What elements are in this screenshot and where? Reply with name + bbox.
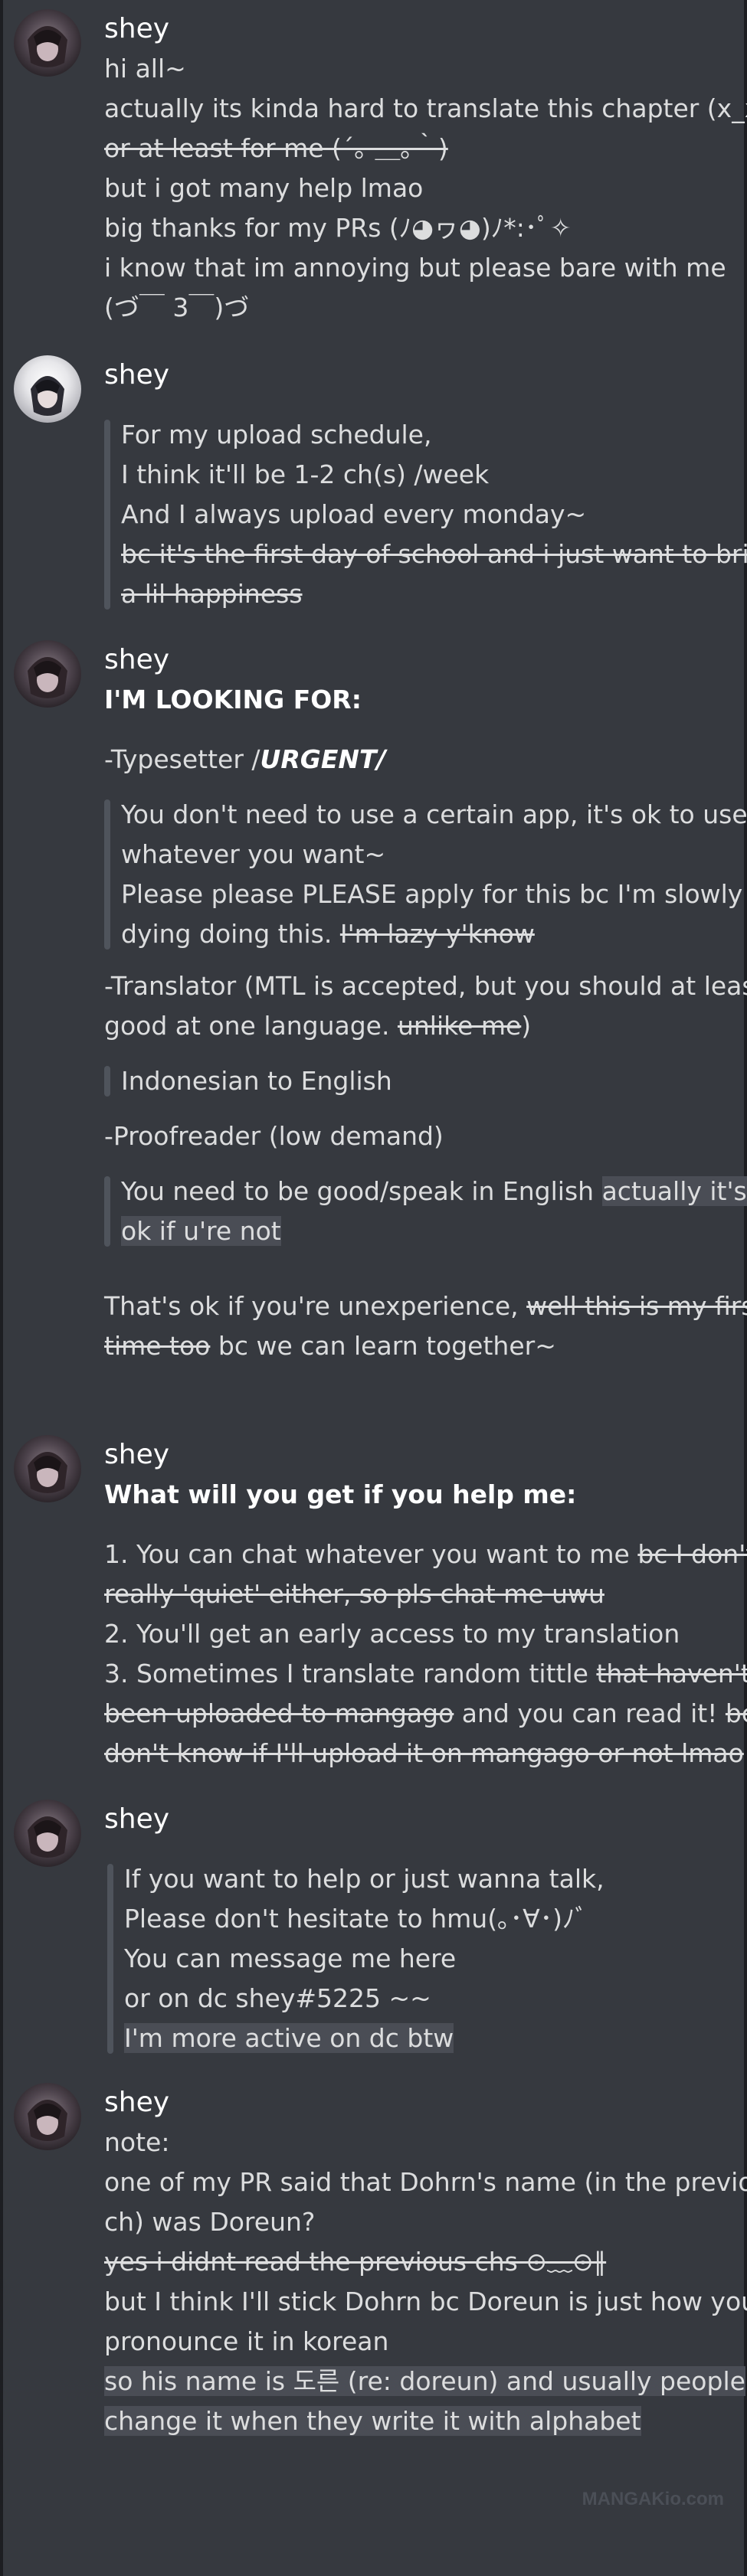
quote-line: or on dc shey#5225 ~~ bbox=[124, 1983, 431, 2013]
quote-line: And I always upload every monday~ bbox=[121, 499, 587, 529]
username[interactable]: shey bbox=[104, 1796, 169, 1842]
message-5: shey If you want to help or just wanna t… bbox=[0, 1796, 747, 2054]
list-text: 1. You can chat whatever you want to me bbox=[104, 1539, 630, 1569]
strikethrough-line: bc it's the first day of school and i ju… bbox=[121, 539, 747, 569]
closing-line: That's ok if you're unexperience, well t… bbox=[104, 1286, 747, 1326]
strikethrough-text: unlike me bbox=[397, 1011, 522, 1041]
closing-line: time too bc we can learn together~ bbox=[104, 1326, 725, 1366]
role-translator-cont: good at one language. unlike me) bbox=[104, 1006, 725, 1046]
highlighted-text: actually it's bbox=[601, 1176, 747, 1206]
quote-line: I'm more active on dc btw bbox=[124, 2019, 745, 2058]
role-text-end: ) bbox=[521, 1011, 532, 1041]
heading: I'M LOOKING FOR: bbox=[104, 685, 362, 714]
quote-line: For my upload schedule, bbox=[121, 420, 432, 449]
role-typesetter: -Typesetter /URGENT/ bbox=[104, 740, 725, 780]
message-line: but i got many help lmao bbox=[104, 173, 424, 203]
list-text: 3. Sometimes I translate random tittle bbox=[104, 1659, 588, 1688]
quote-line: ok if u're not bbox=[121, 1211, 725, 1251]
closing-text: That's ok if you're unexperience, bbox=[104, 1291, 519, 1321]
highlighted-text: ok if u're not bbox=[121, 1216, 281, 1246]
list-item: 3. Sometimes I translate random tittle t… bbox=[104, 1654, 747, 1694]
quote-line: If you want to help or just wanna talk, bbox=[124, 1864, 604, 1894]
username[interactable]: shey bbox=[104, 2080, 169, 2126]
message-body: note: one of my PR said that Dohrn's nam… bbox=[104, 2123, 747, 2441]
quote-line: Please don't hesitate to hmu(｡･∀･)ﾉﾞ bbox=[124, 1904, 588, 1934]
list-item: 2. You'll get an early access to my tran… bbox=[104, 1619, 680, 1649]
blockquote: Indonesian to English bbox=[104, 1061, 725, 1101]
role-translator: -Translator (MTL is accepted, but you sh… bbox=[104, 971, 747, 1001]
strikethrough-line: or at least for me (´｡ ＿｡｀) bbox=[104, 133, 448, 163]
strikethrough-text: bc I don't bbox=[637, 1539, 747, 1569]
heading: What will you get if you help me: bbox=[104, 1479, 577, 1509]
highlighted-text: change it when they write it with alphab… bbox=[104, 2406, 641, 2436]
message-body: I'M LOOKING FOR: -Typesetter /URGENT/ Yo… bbox=[104, 680, 747, 1366]
message-line: actually its kinda hard to translate thi… bbox=[104, 93, 747, 123]
strikethrough-line: a lil happiness bbox=[121, 579, 303, 609]
username[interactable]: shey bbox=[104, 352, 169, 398]
highlighted-text: I'm more active on dc btw bbox=[124, 2023, 454, 2053]
message-line: i know that im annoying but please bare … bbox=[104, 253, 726, 283]
list-item: 1. You can chat whatever you want to me … bbox=[104, 1535, 747, 1574]
strikethrough-text: I'm lazy y'know bbox=[339, 919, 535, 949]
quote-line: You need to be good/speak in English act… bbox=[121, 1172, 747, 1211]
role-proofreader: -Proofreader (low demand) bbox=[104, 1121, 444, 1151]
quote-line: Please please PLEASE apply for this bc I… bbox=[121, 879, 743, 909]
strikethrough-text: time too bbox=[104, 1331, 211, 1361]
closing-text: bc we can learn together~ bbox=[218, 1331, 556, 1361]
strikethrough-text: that haven't bbox=[596, 1659, 747, 1688]
message-body: What will you get if you help me: 1. You… bbox=[104, 1475, 747, 1773]
username[interactable]: shey bbox=[104, 637, 169, 683]
quote-line: dying doing this. I'm lazy y'know bbox=[121, 914, 725, 954]
avatar[interactable] bbox=[14, 1800, 81, 1867]
message-body: hi all~ actually its kinda hard to trans… bbox=[104, 49, 747, 328]
quote-line: whatever you want~ bbox=[121, 839, 386, 869]
message-line: ch) was Doreun? bbox=[104, 2207, 316, 2237]
list-item-cont: been uploaded to mangago and you can rea… bbox=[104, 1694, 747, 1734]
avatar[interactable] bbox=[14, 2083, 81, 2150]
strikethrough-line: yes i didnt read the previous chs ⊙﹏⊙∥ bbox=[104, 2247, 607, 2277]
avatar[interactable] bbox=[14, 9, 81, 77]
strikethrough-text: bc I bbox=[725, 1698, 747, 1728]
username[interactable]: shey bbox=[104, 6, 169, 52]
blockquote: If you want to help or just wanna talk, … bbox=[107, 1859, 745, 2058]
role-label-end: / bbox=[376, 744, 386, 774]
blockquote: You need to be good/speak in English act… bbox=[104, 1172, 747, 1251]
list-text: and you can read it! bbox=[461, 1698, 718, 1728]
quote-line: You don't need to use a certain app, it'… bbox=[121, 799, 747, 829]
message-line: so his name is 도른 (re: doreun) and usual… bbox=[104, 2362, 745, 2401]
message-line: change it when they write it with alphab… bbox=[104, 2401, 725, 2441]
avatar[interactable] bbox=[14, 640, 81, 708]
strikethrough-text: well this is my first bbox=[526, 1291, 747, 1321]
strikethrough-line: really 'quiet' either, so pls chat me uw… bbox=[104, 1579, 604, 1609]
message-2: shey For my upload schedule, I think it'… bbox=[0, 352, 747, 610]
urgent-label: URGENT bbox=[260, 744, 377, 774]
blockquote: You don't need to use a certain app, it'… bbox=[104, 795, 747, 954]
highlighted-text: so his name is 도른 (re: doreun) and usual… bbox=[104, 2366, 745, 2396]
message-line: one of my PR said that Dohrn's name (in … bbox=[104, 2167, 747, 2197]
message-line: pronounce it in korean bbox=[104, 2326, 389, 2356]
strikethrough-line: don't know if I'll upload it on mangago … bbox=[104, 1738, 744, 1768]
quote-line: You can message me here bbox=[124, 1943, 457, 1973]
quote-line: I think it'll be 1-2 ch(s) /week bbox=[121, 459, 490, 489]
message-line: but I think I'll stick Dohrn bc Doreun i… bbox=[104, 2287, 747, 2316]
role-label: -Typesetter / bbox=[104, 744, 260, 774]
avatar[interactable] bbox=[14, 355, 81, 423]
quote-text: dying doing this. bbox=[121, 919, 333, 949]
message-line: (づ￣ 3￣)づ bbox=[104, 293, 250, 322]
message-line: note: bbox=[104, 2127, 170, 2157]
avatar[interactable] bbox=[14, 1435, 81, 1502]
message-line: big thanks for my PRs (ﾉ◕ヮ◕)ﾉ*:･ﾟ✧ bbox=[104, 213, 572, 243]
username[interactable]: shey bbox=[104, 1432, 169, 1478]
role-text: good at one language. bbox=[104, 1011, 390, 1041]
message-line: hi all~ bbox=[104, 54, 186, 83]
strikethrough-text: been uploaded to mangago bbox=[104, 1698, 454, 1728]
quote-text: You need to be good/speak in English bbox=[121, 1176, 595, 1206]
quote-line: Indonesian to English bbox=[121, 1066, 392, 1096]
blockquote: For my upload schedule, I think it'll be… bbox=[104, 415, 747, 614]
watermark: MANGAKio.com bbox=[582, 2489, 724, 2509]
